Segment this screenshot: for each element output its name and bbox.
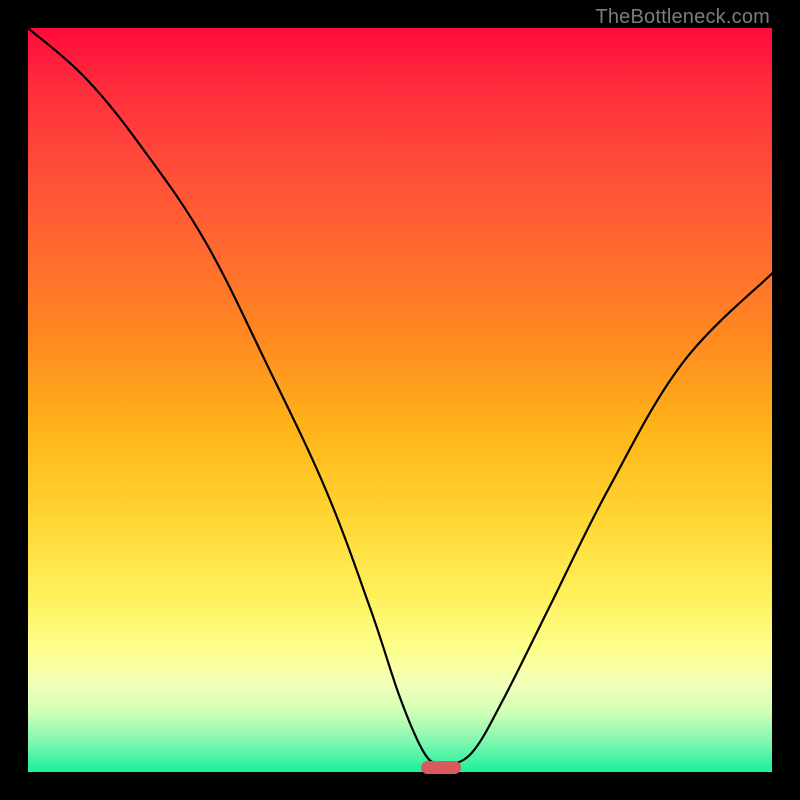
- min-marker: [421, 761, 462, 774]
- bottleneck-curve: [28, 28, 772, 772]
- plot-area: [28, 28, 772, 772]
- watermark-text: TheBottleneck.com: [595, 6, 770, 29]
- bottleneck-curve-path: [28, 28, 772, 767]
- chart-frame: TheBottleneck.com: [0, 0, 800, 800]
